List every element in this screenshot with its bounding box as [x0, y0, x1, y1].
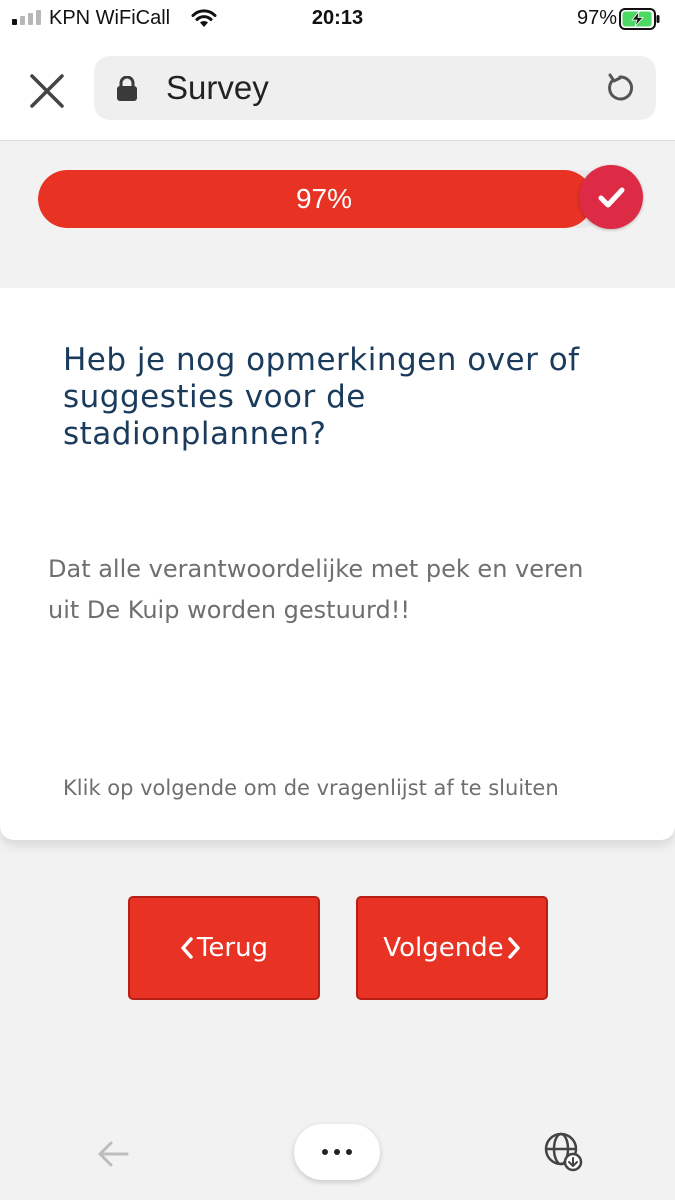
lock-icon	[116, 75, 138, 107]
progress-label: 97%	[295, 183, 353, 214]
chevron-right-icon	[507, 937, 520, 959]
chevron-left-icon	[181, 937, 193, 959]
progress-section: 97%	[0, 141, 675, 289]
close-icon[interactable]	[26, 70, 68, 112]
globe-icon[interactable]	[541, 1129, 585, 1173]
instruction-note: Klik op volgende om de vragenlijst af te…	[63, 776, 559, 800]
battery-percent: 97%	[576, 7, 617, 29]
progress-bar: 97%	[38, 170, 610, 228]
battery-charging-icon	[619, 8, 661, 35]
browser-bar: Survey	[0, 40, 675, 141]
checkmark-icon	[579, 165, 643, 229]
more-icon[interactable]	[294, 1124, 380, 1180]
back-button-label: Terug	[196, 933, 269, 963]
bottom-toolbar	[0, 1100, 675, 1200]
answer-text[interactable]: Dat alle verantwoordelijke met pek en ve…	[48, 549, 608, 631]
question-card: Heb je nog opmerkingen over of suggestie…	[0, 288, 675, 840]
address-bar[interactable]: Survey	[94, 56, 656, 120]
status-bar: KPN WiFiCall 20:13 97%	[0, 0, 675, 40]
reload-icon[interactable]	[602, 70, 638, 106]
next-button-label: Volgende	[383, 933, 504, 963]
clock: 20:13	[311, 7, 364, 29]
back-arrow-icon[interactable]	[93, 1133, 135, 1175]
page-title: Survey	[166, 69, 269, 106]
question-title: Heb je nog opmerkingen over of suggestie…	[63, 342, 580, 452]
next-button[interactable]: Volgende	[356, 896, 548, 1000]
back-button[interactable]: Terug	[128, 896, 320, 1000]
